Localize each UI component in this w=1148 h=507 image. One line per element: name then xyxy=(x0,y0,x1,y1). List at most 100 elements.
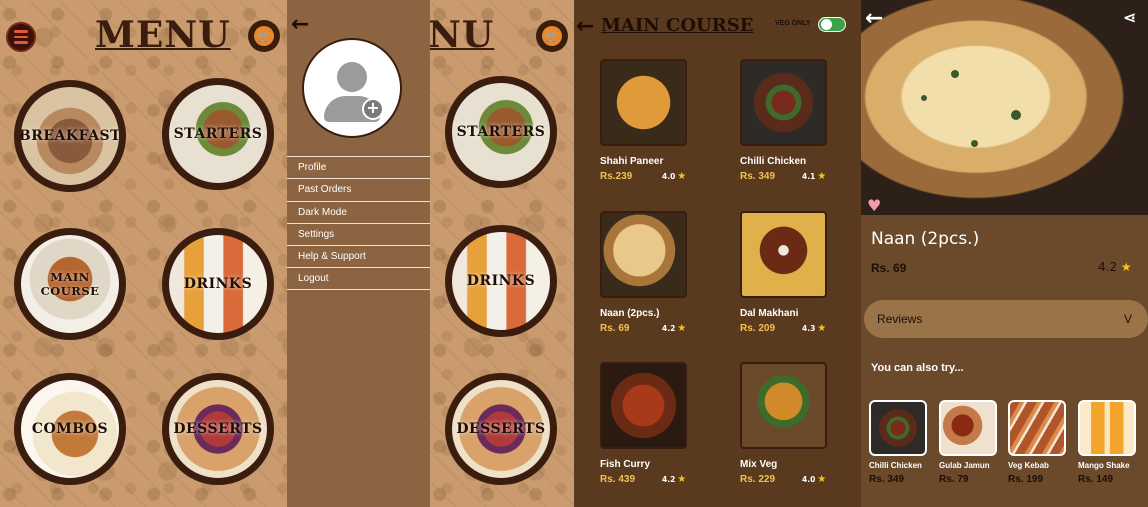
dish-card[interactable]: Dal Makhani Rs. 209 4.3 ★ xyxy=(740,211,850,334)
suggestion-image xyxy=(939,400,997,456)
suggestion-image xyxy=(1008,400,1066,456)
dish-rating: 4.2 ★ xyxy=(1098,260,1132,274)
dish-rating: 4.2 xyxy=(662,324,676,333)
suggestion-name: Veg Kebab xyxy=(1008,461,1049,470)
dish-price: Rs. 69 xyxy=(600,323,630,334)
suggestion-name: Mango Shake xyxy=(1078,461,1130,470)
dish-name: Shahi Paneer xyxy=(600,156,664,167)
category-main-course[interactable]: MAIN COURSE xyxy=(14,228,126,340)
dish-image xyxy=(600,59,687,146)
category-label: BREAKFAST xyxy=(18,128,122,144)
star-icon: ★ xyxy=(1120,260,1132,274)
dish-price: Rs. 349 xyxy=(740,171,776,182)
drawer-item-logout[interactable]: Logout xyxy=(287,267,430,290)
drawer-item-profile[interactable]: Profile xyxy=(287,156,430,178)
dish-name: Dal Makhani xyxy=(740,308,799,319)
category-desserts[interactable]: DESSERTS xyxy=(162,373,274,485)
dish-price: Rs.239 xyxy=(600,171,633,182)
cart-icon: 🛒 xyxy=(254,26,274,46)
category-breakfast[interactable]: BREAKFAST xyxy=(14,80,126,192)
cart-button[interactable]: 🛒 xyxy=(248,20,280,52)
suggestion-card[interactable]: Chilli Chicken Rs. 349 xyxy=(869,400,933,485)
suggestion-image xyxy=(1078,400,1136,456)
suggestion-price: Rs. 149 xyxy=(1078,474,1114,485)
home-screen-peek: NU 🛒 STARTERS DRINKS DESSERTS xyxy=(430,0,574,507)
dish-card[interactable]: Naan (2pcs.) Rs. 69 4.2 ★ xyxy=(600,211,710,334)
hamburger-menu-icon[interactable] xyxy=(6,22,36,52)
suggestion-card[interactable]: Mango Shake Rs. 149 xyxy=(1078,400,1142,485)
dish-image xyxy=(740,211,827,298)
category-label: STARTERS xyxy=(456,124,546,140)
dish-card[interactable]: Shahi Paneer Rs.239 4.0 ★ xyxy=(600,59,710,182)
veg-only-toggle[interactable] xyxy=(818,17,846,32)
category-label: DRINKS xyxy=(183,276,253,292)
dish-rating: 4.0 xyxy=(662,172,676,181)
drawer-item-past-orders[interactable]: Past Orders xyxy=(287,178,430,200)
suggestion-card[interactable]: Gulab Jamun Rs. 79 xyxy=(939,400,1003,485)
star-icon: ★ xyxy=(677,474,687,485)
add-photo-icon[interactable]: + xyxy=(362,98,384,120)
category-label: STARTERS xyxy=(173,126,263,142)
dish-price: Rs. 209 xyxy=(740,323,776,334)
also-try-heading: You can also try... xyxy=(871,362,964,374)
dish-price: Rs. 69 xyxy=(871,261,907,275)
suggestion-name: Gulab Jamun xyxy=(939,461,990,470)
category-drinks[interactable]: DRINKS xyxy=(445,225,557,337)
page-title: MAIN COURSE xyxy=(601,15,754,36)
star-icon: ★ xyxy=(677,323,687,334)
dish-rating: 4.3 xyxy=(802,324,816,333)
dish-card[interactable]: Fish Curry Rs. 439 4.2 ★ xyxy=(600,362,710,485)
dish-image xyxy=(600,362,687,449)
category-starters[interactable]: STARTERS xyxy=(445,76,557,188)
rating-value: 4.2 xyxy=(1098,260,1118,274)
veg-only-label: VEG ONLY xyxy=(775,20,811,27)
category-label: DESSERTS xyxy=(456,421,546,437)
main-course-screen: ← MAIN COURSE VEG ONLY Shahi Paneer Rs.2… xyxy=(574,0,861,507)
dish-name: Mix Veg xyxy=(740,459,778,470)
page-title: MENU xyxy=(95,14,231,56)
category-starters[interactable]: STARTERS xyxy=(162,78,274,190)
category-label: DRINKS xyxy=(466,273,536,289)
dish-name: Chilli Chicken xyxy=(740,156,807,167)
dish-price: Rs. 229 xyxy=(740,474,776,485)
back-arrow-icon[interactable]: ← xyxy=(865,6,883,31)
favorite-heart-icon[interactable]: ♥ xyxy=(867,196,881,215)
dish-rating: 4.2 xyxy=(662,475,676,484)
chevron-down-icon: V xyxy=(1123,312,1132,326)
reviews-label: Reviews xyxy=(877,312,923,326)
dish-title: Naan (2pcs.) xyxy=(871,229,980,249)
dish-card[interactable]: Mix Veg Rs. 229 4.0 ★ xyxy=(740,362,850,485)
category-label: DESSERTS xyxy=(173,421,263,437)
drawer-item-dark-mode[interactable]: Dark Mode xyxy=(287,200,430,223)
home-screen: MENU 🛒 BREAKFAST STARTERS MAIN COURSE DR… xyxy=(0,0,287,507)
share-icon[interactable]: ⋖ xyxy=(1123,8,1136,27)
star-icon: ★ xyxy=(677,171,687,182)
suggestion-name: Chilli Chicken xyxy=(869,461,922,470)
suggestion-price: Rs. 199 xyxy=(1008,474,1044,485)
drawer-item-settings[interactable]: Settings xyxy=(287,222,430,245)
dish-card[interactable]: Chilli Chicken Rs. 349 4.1 ★ xyxy=(740,59,850,182)
suggestion-card[interactable]: Veg Kebab Rs. 199 xyxy=(1008,400,1072,485)
category-combos[interactable]: COMBOS xyxy=(14,373,126,485)
user-avatar-icon[interactable]: + xyxy=(302,38,402,138)
back-arrow-icon[interactable]: ← xyxy=(291,12,309,37)
back-arrow-icon[interactable]: ← xyxy=(576,14,594,39)
cart-button[interactable]: 🛒 xyxy=(536,20,568,52)
dish-rating: 4.1 xyxy=(802,172,816,181)
suggestion-price: Rs. 349 xyxy=(869,474,905,485)
star-icon: ★ xyxy=(817,474,827,485)
dish-rating: 4.0 xyxy=(802,475,816,484)
category-drinks[interactable]: DRINKS xyxy=(162,228,274,340)
dish-detail-screen: ← ⋖ ♥ Naan (2pcs.) Rs. 69 4.2 ★ Reviews … xyxy=(861,0,1148,507)
suggestion-image xyxy=(869,400,927,456)
star-icon: ★ xyxy=(817,171,827,182)
drawer-menu: Profile Past Orders Dark Mode Settings H… xyxy=(287,156,430,290)
reviews-dropdown[interactable]: Reviews V xyxy=(864,300,1148,338)
dish-name: Fish Curry xyxy=(600,459,651,470)
category-desserts[interactable]: DESSERTS xyxy=(445,373,557,485)
dish-image xyxy=(740,59,827,146)
page-title-fragment: NU xyxy=(430,14,495,56)
dish-image xyxy=(740,362,827,449)
drawer-item-help-support[interactable]: Help & Support xyxy=(287,245,430,267)
dish-image xyxy=(600,211,687,298)
